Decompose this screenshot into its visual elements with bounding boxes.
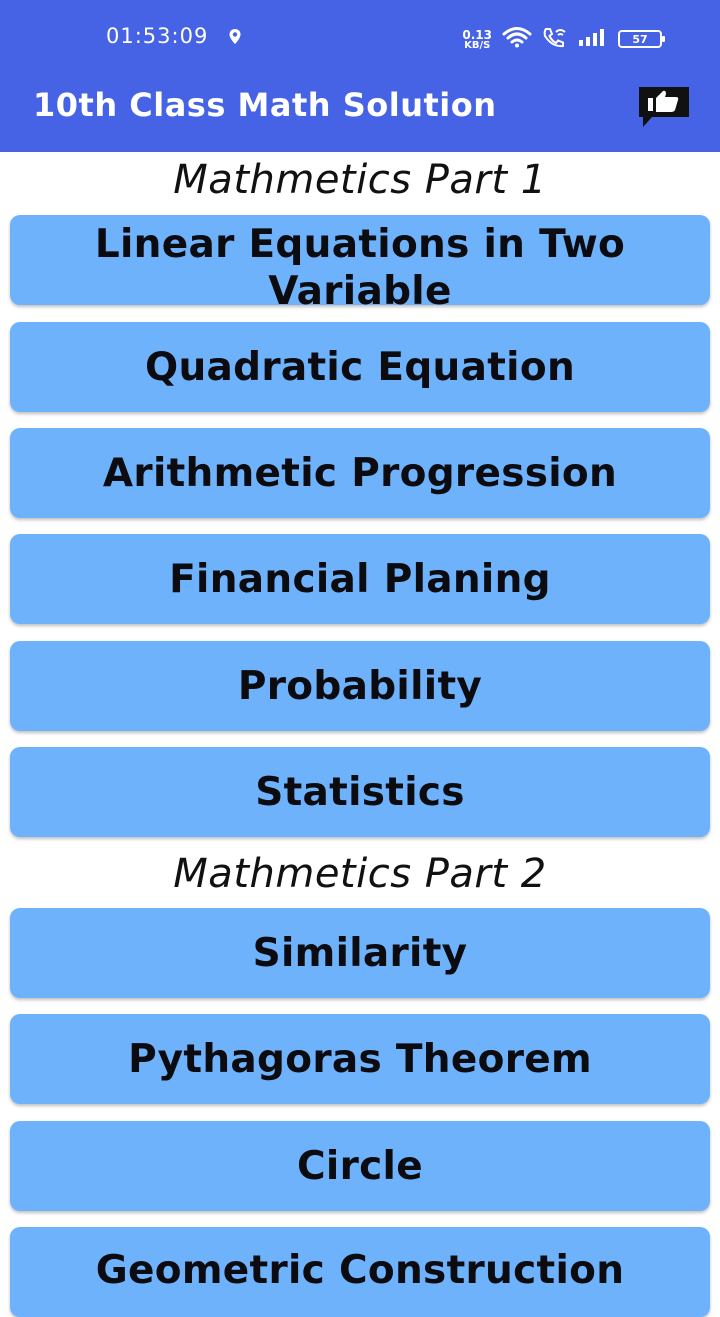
wifi-call-icon bbox=[542, 26, 568, 52]
chapter-label: Financial Planing bbox=[169, 556, 551, 602]
wifi-icon bbox=[502, 26, 532, 52]
chapter-button-statistics[interactable]: Statistics bbox=[10, 747, 710, 837]
location-icon bbox=[228, 28, 242, 50]
chapter-button-probability[interactable]: Probability bbox=[10, 641, 710, 731]
chapter-label: Arithmetic Progression bbox=[102, 450, 618, 496]
chapter-label: Circle bbox=[297, 1143, 423, 1189]
chapter-button-linear-equations[interactable]: Linear Equations in Two Variable bbox=[10, 215, 710, 305]
feedback-button[interactable] bbox=[636, 84, 692, 130]
section-title-part-2: Mathmetics Part 2 bbox=[173, 851, 547, 897]
chapter-label: Pythagoras Theorem bbox=[128, 1036, 592, 1082]
chapter-button-quadratic-equation[interactable]: Quadratic Equation bbox=[10, 322, 710, 412]
thumbs-up-chat-icon bbox=[639, 87, 689, 127]
chapter-label: Geometric Construction bbox=[95, 1248, 625, 1293]
chapter-button-pythagoras-theorem[interactable]: Pythagoras Theorem bbox=[10, 1014, 710, 1104]
signal-icon bbox=[578, 27, 608, 51]
chapter-button-financial-planing[interactable]: Financial Planing bbox=[10, 534, 710, 624]
chapter-button-geometric-construction[interactable]: Geometric Construction bbox=[10, 1227, 710, 1317]
battery-icon: 57 bbox=[618, 30, 665, 48]
net-speed-unit: KB/S bbox=[464, 39, 491, 51]
chapter-label: Linear Equations in Two Variable bbox=[94, 222, 626, 305]
net-speed-value: 0.13 bbox=[462, 27, 492, 42]
app-bar: 01:53:09 0.13 KB/S 57 10th Class Math So… bbox=[0, 0, 720, 152]
net-speed: 0.13 KB/S bbox=[462, 27, 492, 51]
section-title-part-1: Mathmetics Part 1 bbox=[173, 157, 547, 203]
app-title: 10th Class Math Solution bbox=[33, 86, 497, 124]
chapter-button-arithmetic-progression[interactable]: Arithmetic Progression bbox=[10, 428, 710, 518]
chapter-button-similarity[interactable]: Similarity bbox=[10, 908, 710, 998]
chapter-button-circle[interactable]: Circle bbox=[10, 1121, 710, 1211]
status-time: 01:53:09 bbox=[106, 24, 209, 48]
chapter-label: Probability bbox=[237, 663, 483, 709]
chapter-label: Similarity bbox=[252, 930, 468, 976]
chapter-label: Statistics bbox=[255, 769, 465, 815]
status-icons: 0.13 KB/S 57 bbox=[462, 26, 665, 52]
chapter-label: Quadratic Equation bbox=[144, 344, 576, 390]
battery-level: 57 bbox=[632, 32, 648, 46]
